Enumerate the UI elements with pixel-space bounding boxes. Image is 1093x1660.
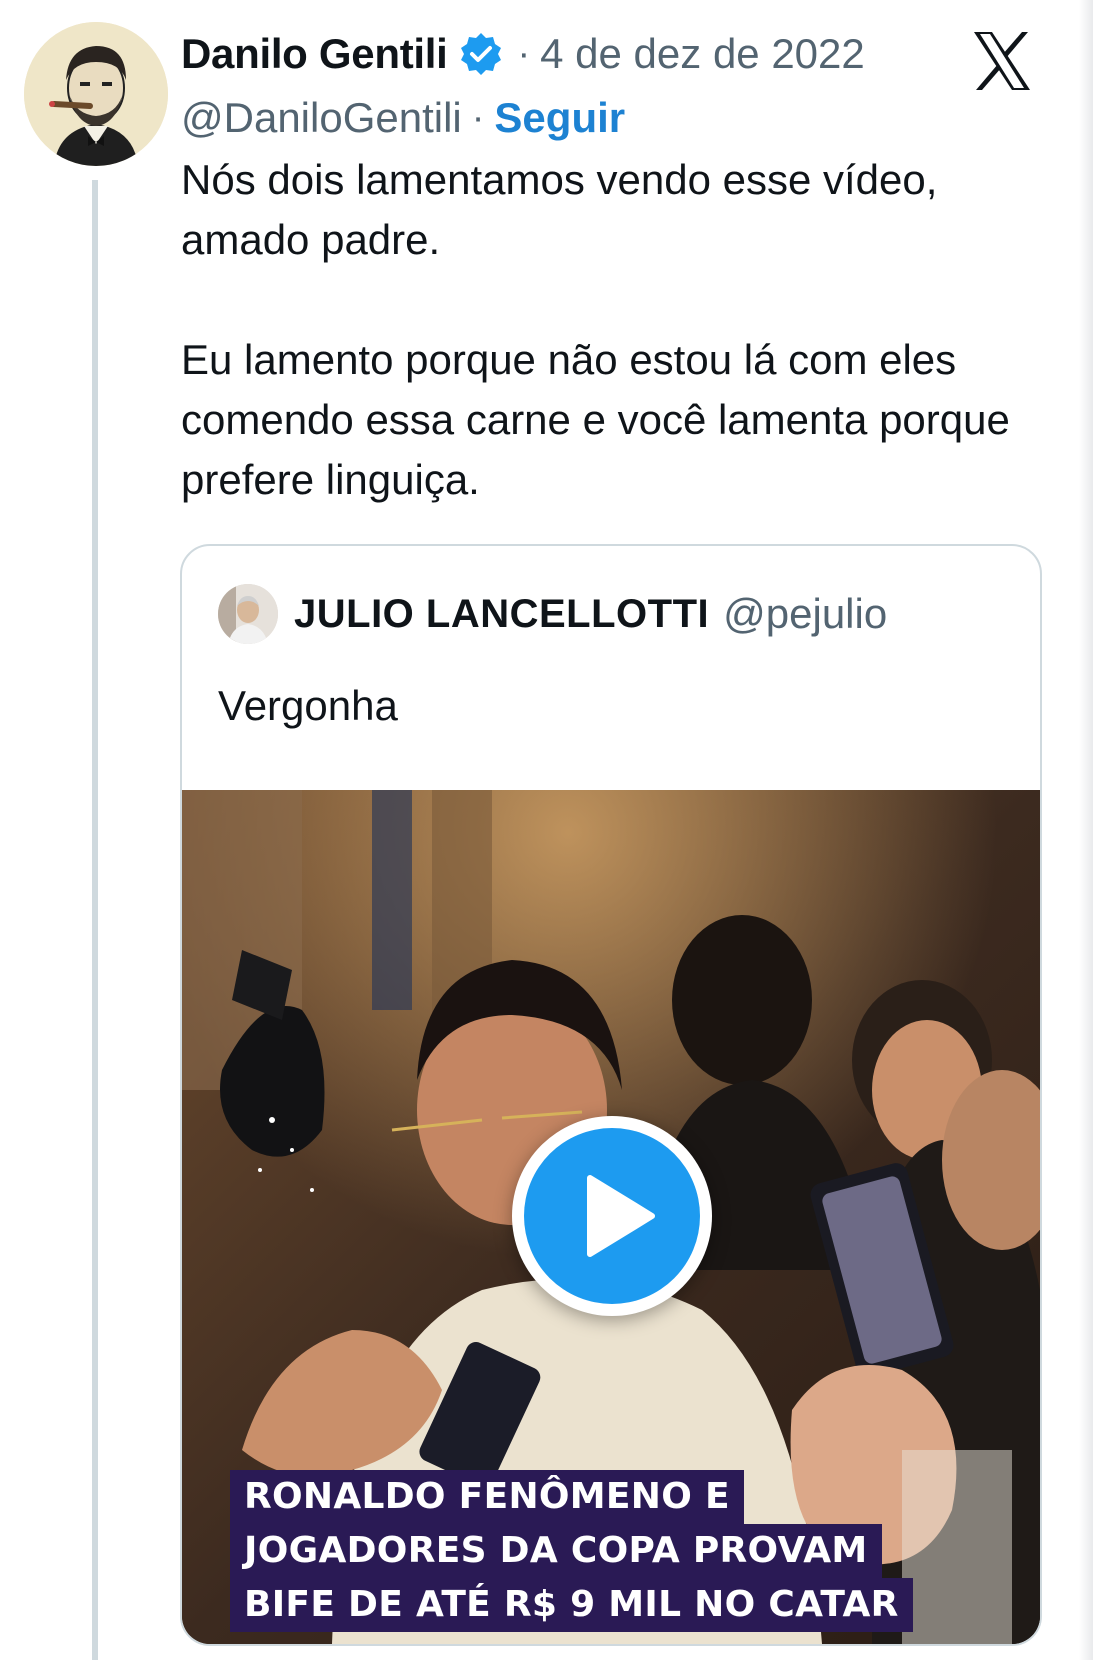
author-name[interactable]: Danilo Gentili [181,30,448,78]
x-logo-icon[interactable] [970,30,1034,92]
caption-line: JOGADORES DA COPA PROVAM [230,1524,882,1578]
verified-badge-icon [457,30,505,78]
page-edge-shadow [1079,0,1093,1660]
separator-dot: · [471,96,485,139]
play-button[interactable] [512,1116,712,1316]
thread-line [92,180,98,1660]
tweet-date[interactable]: 4 de dez de 2022 [540,30,865,78]
tweet-paragraph: Eu lamento porque não estou lá com eles … [181,336,1010,503]
separator-dot: · [517,32,531,75]
author-handle[interactable]: @DaniloGentili [181,94,462,142]
tweet-subheader: @DaniloGentili · Seguir [181,90,625,146]
quoted-tweet-card[interactable]: JULIO LANCELLOTTI @pejulio Vergonha RONA… [180,544,1042,1646]
video-player[interactable]: RONALDO FENÔMENO E JOGADORES DA COPA PRO… [182,790,1040,1644]
quoted-author-handle: @pejulio [723,590,888,637]
quoted-tweet-text: Vergonha [218,682,398,729]
caption-line: BIFE DE ATÉ R$ 9 MIL NO CATAR [230,1578,913,1632]
quoted-tweet-header: JULIO LANCELLOTTI @pejulio [218,582,887,646]
tweet-header: Danilo Gentili · 4 de dez de 2022 [181,26,865,82]
author-avatar[interactable] [24,22,168,166]
tweet-paragraph: Nós dois lamentamos vendo esse vídeo, am… [181,156,938,263]
caption-line: RONALDO FENÔMENO E [230,1470,744,1524]
video-caption: RONALDO FENÔMENO E JOGADORES DA COPA PRO… [230,1470,1020,1632]
follow-button[interactable]: Seguir [494,94,625,142]
tweet-embed: Danilo Gentili · 4 de dez de 2022 @Danil… [0,0,1093,1660]
quoted-author-name: JULIO LANCELLOTTI [294,591,710,636]
quoted-author-avatar [218,584,278,644]
tweet-body: Nós dois lamentamos vendo esse vídeo, am… [181,150,1061,510]
play-icon [524,1128,700,1304]
